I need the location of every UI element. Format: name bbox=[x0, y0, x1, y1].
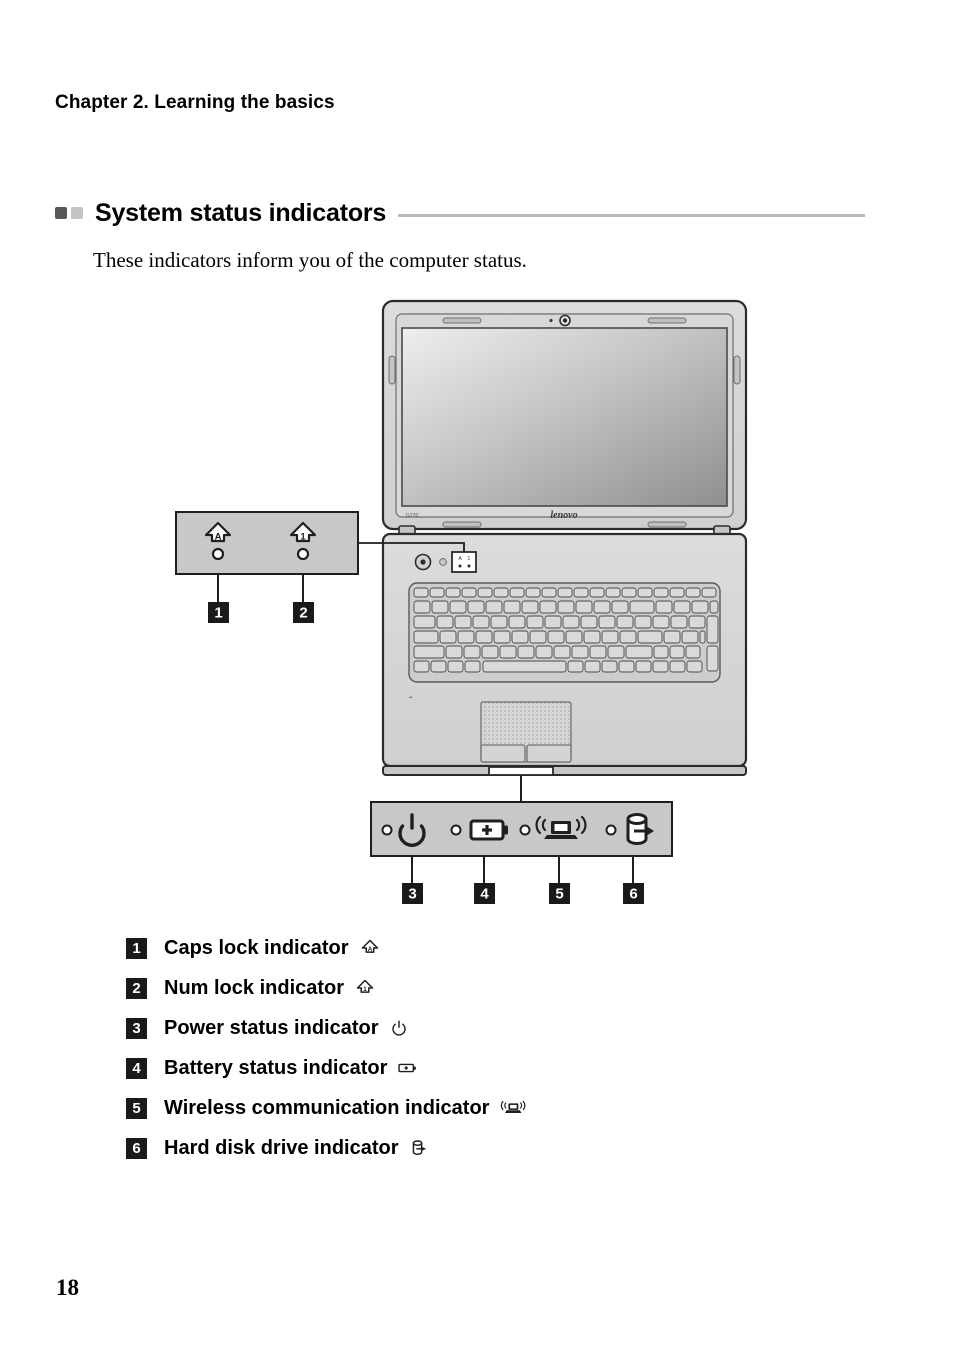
svg-text:6: 6 bbox=[629, 886, 637, 903]
laptop-lid: G770 lenovo bbox=[381, 299, 748, 531]
hard-disk-led bbox=[605, 824, 617, 836]
callout-badge-1: 1 bbox=[208, 602, 229, 623]
hard-disk-icon bbox=[410, 1139, 430, 1157]
power-icon bbox=[390, 1019, 408, 1037]
caps-lock-icon: A bbox=[360, 938, 380, 958]
indicator-legend-list: 1 Caps lock indicator A 2 Num lock indic… bbox=[126, 928, 826, 1168]
microphone-icon bbox=[549, 318, 553, 323]
svg-text:5: 5 bbox=[555, 886, 563, 903]
list-item: 4 Battery status indicator bbox=[126, 1048, 826, 1088]
deck-indicator-group: A 1 bbox=[451, 551, 477, 573]
svg-text:3: 3 bbox=[408, 886, 416, 903]
callout-badge-3: 3 bbox=[402, 883, 423, 904]
legend-badge-6: 6 bbox=[126, 1137, 147, 1159]
legend-badge-4: 4 bbox=[126, 1057, 147, 1079]
list-item: 3 Power status indicator bbox=[126, 1008, 826, 1048]
intro-paragraph: These indicators inform you of the compu… bbox=[93, 248, 527, 272]
bullet-square-light-icon bbox=[71, 207, 83, 219]
battery-status-icon bbox=[469, 819, 508, 841]
status-indicator-panel: 3 4 5 6 bbox=[370, 775, 673, 904]
wireless-led bbox=[519, 824, 531, 836]
battery-icon bbox=[398, 1061, 418, 1075]
svg-text:1: 1 bbox=[363, 986, 367, 993]
section-heading: System status indicators bbox=[55, 196, 865, 230]
wireless-icon bbox=[500, 1100, 526, 1116]
callout-badge-2: 2 bbox=[293, 602, 314, 623]
list-item: 1 Caps lock indicator A bbox=[126, 928, 826, 968]
callout-badge-4: 4 bbox=[474, 883, 495, 904]
palmrest-mark: •• bbox=[409, 695, 413, 701]
legend-badge-3: 3 bbox=[126, 1017, 147, 1039]
laptop-base: A 1 •• bbox=[381, 532, 748, 776]
laptop-figure: G770 lenovo A 1 •• A 1 1 2 3 4 5 6 bbox=[0, 290, 954, 910]
page-number: 18 bbox=[56, 1275, 79, 1300]
list-item: 5 Wireless communication indicator bbox=[126, 1088, 826, 1128]
num-lock-icon: 1 bbox=[355, 978, 375, 998]
battery-led bbox=[450, 824, 462, 836]
chapter-header: Chapter 2. Learning the basics bbox=[55, 92, 335, 113]
model-mark: G770 bbox=[406, 513, 418, 519]
legend-label-hard-disk: Hard disk drive indicator bbox=[164, 1136, 399, 1159]
page-title: System status indicators bbox=[95, 198, 387, 227]
list-item: 6 Hard disk drive indicator bbox=[126, 1128, 826, 1168]
svg-text:1: 1 bbox=[214, 605, 222, 622]
callout-badge-5: 5 bbox=[549, 883, 570, 904]
bullet-square-dark-icon bbox=[55, 207, 67, 219]
power-led bbox=[381, 824, 393, 836]
legend-label-battery-status: Battery status indicator bbox=[164, 1056, 388, 1079]
legend-label-num-lock: Num lock indicator bbox=[164, 976, 345, 999]
svg-text:A: A bbox=[367, 946, 372, 953]
deck-small-icon bbox=[439, 558, 447, 566]
webcam-icon bbox=[559, 314, 571, 327]
power-button-deck-icon bbox=[414, 553, 432, 571]
svg-text:4: 4 bbox=[480, 886, 489, 903]
callout-badge-6: 6 bbox=[623, 883, 644, 904]
legend-badge-1: 1 bbox=[126, 937, 147, 959]
legend-label-caps-lock: Caps lock indicator bbox=[164, 936, 349, 959]
svg-text:2: 2 bbox=[299, 605, 307, 622]
list-item: 2 Num lock indicator 1 bbox=[126, 968, 826, 1008]
legend-badge-5: 5 bbox=[126, 1097, 147, 1119]
svg-text:1: 1 bbox=[468, 556, 471, 562]
svg-text:1: 1 bbox=[300, 532, 306, 543]
front-indicator-strip bbox=[488, 766, 554, 776]
legend-badge-2: 2 bbox=[126, 977, 147, 999]
svg-text:A: A bbox=[215, 532, 222, 543]
touchpad-group bbox=[480, 701, 572, 763]
legend-label-wireless: Wireless communication indicator bbox=[164, 1096, 490, 1119]
heading-rule bbox=[398, 213, 865, 217]
brand-logo: lenovo bbox=[550, 510, 577, 521]
legend-label-power-status: Power status indicator bbox=[164, 1016, 379, 1039]
